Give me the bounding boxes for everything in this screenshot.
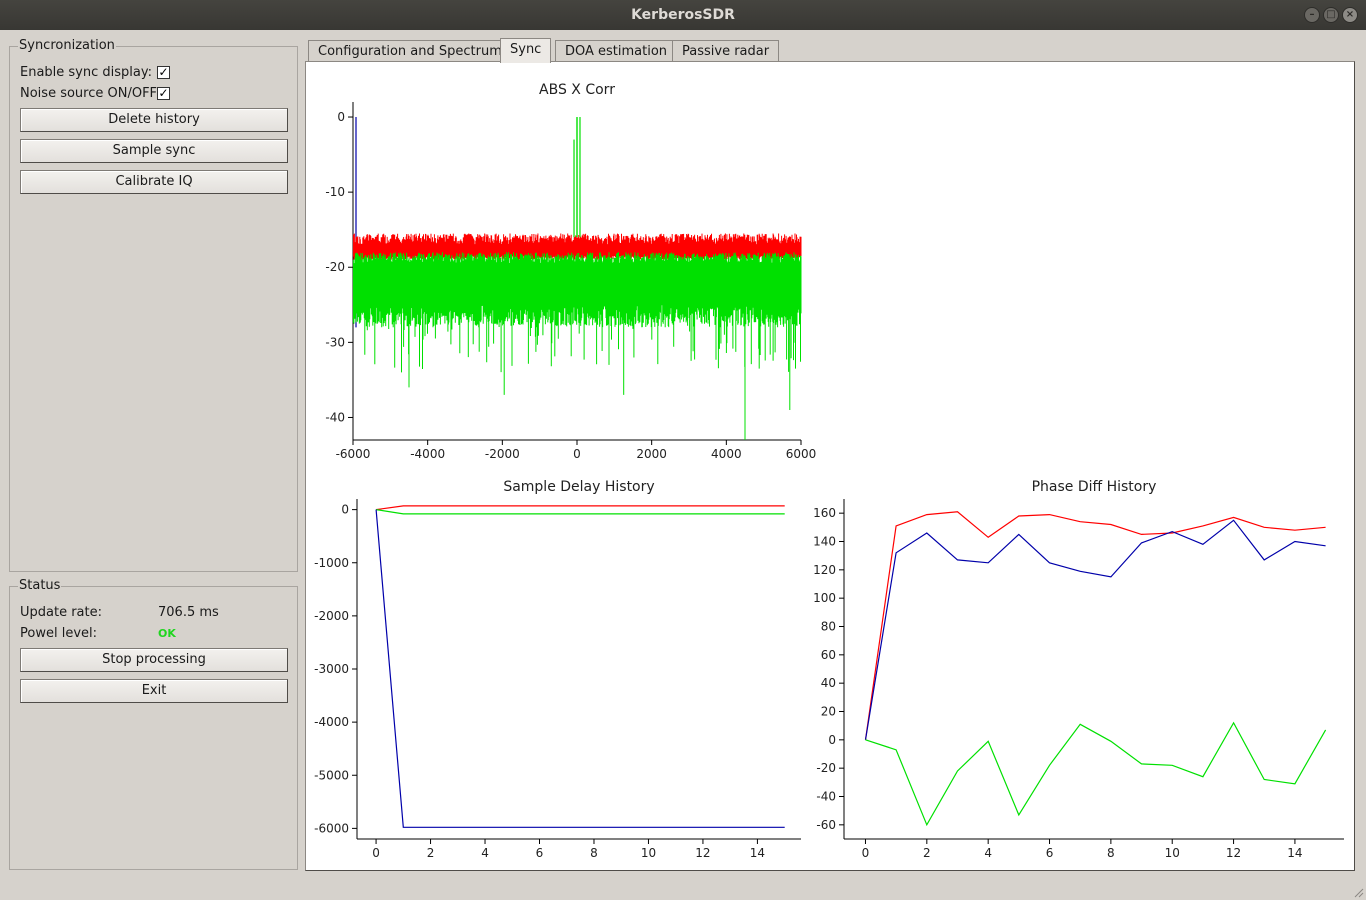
y-tick-label: 140 bbox=[813, 535, 836, 549]
y-tick-label: -40 bbox=[816, 790, 836, 804]
y-tick-label: -1000 bbox=[314, 556, 349, 570]
x-tick-label: -2000 bbox=[485, 447, 520, 461]
y-tick-label: -3000 bbox=[314, 662, 349, 676]
y-tick-label: 60 bbox=[821, 648, 836, 662]
chart-0: ABS X Corr -6000 -4000 -2000 0 2000 4000 6000 0 -… bbox=[325, 82, 816, 461]
sync-tab-pane: ABS X Corr -6000 -4000 -2000 0 2000 4000 6000 0-… bbox=[305, 61, 1355, 871]
enable-sync-display-checkbox[interactable]: ✓ bbox=[157, 66, 170, 79]
series-blue-line bbox=[864, 519, 1326, 740]
x-tick-label: 14 bbox=[750, 846, 765, 860]
x-tick-label: 2000 bbox=[636, 447, 667, 461]
y-tick-label: -30 bbox=[325, 335, 345, 349]
x-tick-label: 12 bbox=[695, 846, 710, 860]
x-tick-label: 4 bbox=[984, 846, 992, 860]
minimize-icon[interactable]: – bbox=[1304, 7, 1320, 23]
x-tick-label: 8 bbox=[1107, 846, 1115, 860]
exit-button[interactable]: Exit bbox=[20, 679, 288, 703]
y-tick-label: -20 bbox=[325, 260, 345, 274]
x-tick-label: 6000 bbox=[786, 447, 817, 461]
window-title: KerberosSDR bbox=[631, 7, 735, 23]
y-tick-label: 0 bbox=[828, 733, 836, 747]
chart-title: Phase Diff History bbox=[1032, 479, 1157, 495]
y-tick-label: -40 bbox=[325, 410, 345, 424]
sample-sync-button[interactable]: Sample sync bbox=[20, 139, 288, 163]
y-tick-label: -4000 bbox=[314, 715, 349, 729]
update-rate-label: Update rate: bbox=[20, 605, 102, 620]
x-tick-label: 10 bbox=[641, 846, 656, 860]
x-tick-label: 0 bbox=[372, 846, 380, 860]
close-icon[interactable]: × bbox=[1342, 7, 1358, 23]
y-tick-label: 160 bbox=[813, 506, 836, 520]
tab-configuration-and-spectrum[interactable]: Configuration and Spectrum bbox=[308, 40, 512, 62]
y-tick-label: -20 bbox=[816, 761, 836, 775]
sync-groupbox: Syncronization Enable sync display: ✓ No… bbox=[9, 38, 298, 572]
chart-2: Phase Diff History 0 2 4 6 8 10 12 14 160 140 120 10… bbox=[813, 479, 1344, 860]
chart-1: Sample Delay History 0 2 4 6 8 10 12 14 0 -1000 -20… bbox=[314, 479, 801, 860]
power-level-status: OK bbox=[158, 627, 176, 640]
chart-title: Sample Delay History bbox=[503, 479, 654, 495]
series-green-band bbox=[352, 252, 802, 440]
x-tick-label: 2 bbox=[923, 846, 931, 860]
update-rate-value: 706.5 ms bbox=[158, 605, 219, 620]
status-groupbox-title: Status bbox=[18, 578, 62, 593]
x-tick-label: 6 bbox=[1046, 846, 1054, 860]
tab-doa-estimation[interactable]: DOA estimation bbox=[555, 40, 678, 62]
series-blue-line bbox=[375, 509, 785, 828]
x-tick-label: 6 bbox=[536, 846, 544, 860]
tab-passive-radar[interactable]: Passive radar bbox=[672, 40, 780, 62]
y-tick-label: -2000 bbox=[314, 609, 349, 623]
x-tick-label: -6000 bbox=[336, 447, 371, 461]
y-tick-label: 120 bbox=[813, 563, 836, 577]
y-tick-label: -60 bbox=[816, 818, 836, 832]
y-tick-label: 100 bbox=[813, 591, 836, 605]
series-red-line bbox=[864, 511, 1326, 740]
y-tick-label: 80 bbox=[821, 620, 836, 634]
series-green-line bbox=[865, 721, 1327, 827]
x-tick-label: -4000 bbox=[410, 447, 445, 461]
enable-sync-display-label: Enable sync display: bbox=[20, 65, 152, 80]
window-titlebar: KerberosSDR bbox=[0, 0, 1366, 30]
y-tick-label: 0 bbox=[341, 503, 349, 517]
tab-sync[interactable]: Sync bbox=[500, 38, 552, 63]
maximize-icon[interactable]: □ bbox=[1323, 7, 1339, 23]
y-tick-label: -5000 bbox=[314, 768, 349, 782]
x-tick-label: 0 bbox=[862, 846, 870, 860]
sync-plots: ABS X Corr-6000 -4000 -2000 0 2000 4000 60000-… bbox=[314, 82, 1344, 860]
power-level-label: Powel level: bbox=[20, 626, 97, 641]
series-green-line bbox=[376, 509, 785, 515]
sync-groupbox-title: Syncronization bbox=[18, 38, 116, 53]
x-tick-label: 4 bbox=[481, 846, 489, 860]
noise-source-label: Noise source ON/OFF bbox=[20, 86, 158, 101]
calibrate-iq-button[interactable]: Calibrate IQ bbox=[20, 170, 288, 194]
delete-history-button[interactable]: Delete history bbox=[20, 108, 288, 132]
status-groupbox: Status Update rate: 706.5 ms Powel level… bbox=[9, 578, 298, 870]
y-tick-label: 0 bbox=[337, 110, 345, 124]
x-tick-label: 4000 bbox=[711, 447, 742, 461]
x-tick-label: 14 bbox=[1287, 846, 1302, 860]
y-tick-label: -10 bbox=[325, 185, 345, 199]
y-tick-label: -6000 bbox=[314, 821, 349, 835]
stop-processing-button[interactable]: Stop processing bbox=[20, 648, 288, 672]
x-tick-label: 0 bbox=[573, 447, 581, 461]
x-tick-label: 12 bbox=[1226, 846, 1241, 860]
y-tick-label: 40 bbox=[821, 676, 836, 690]
x-tick-label: 10 bbox=[1165, 846, 1180, 860]
x-tick-label: 2 bbox=[427, 846, 435, 860]
x-tick-label: 8 bbox=[590, 846, 598, 860]
series-red-line bbox=[376, 505, 785, 511]
chart-title: ABS X Corr bbox=[539, 82, 615, 98]
resize-grip-icon[interactable] bbox=[1352, 886, 1364, 898]
noise-source-checkbox[interactable]: ✓ bbox=[157, 87, 170, 100]
y-tick-label: 20 bbox=[821, 705, 836, 719]
